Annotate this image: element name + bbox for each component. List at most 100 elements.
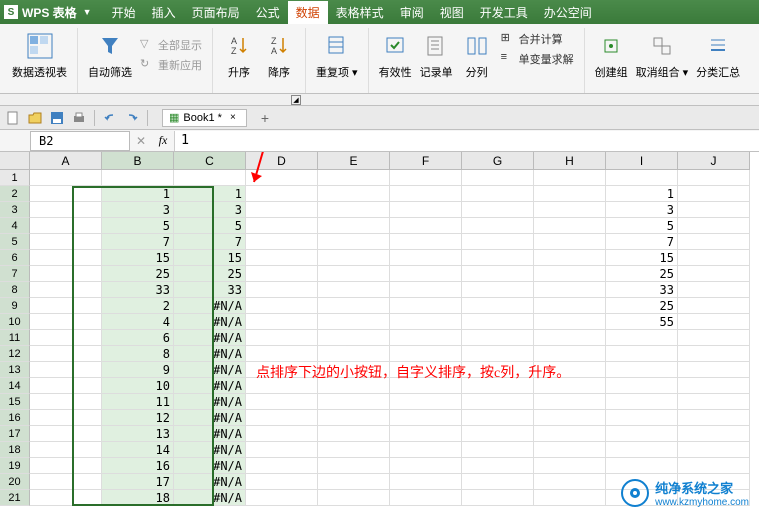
cell[interactable]: #N/A bbox=[174, 314, 246, 330]
cell[interactable] bbox=[606, 346, 678, 362]
cell[interactable] bbox=[462, 186, 534, 202]
cell[interactable]: 2 bbox=[102, 298, 174, 314]
cell[interactable]: #N/A bbox=[174, 426, 246, 442]
cell[interactable] bbox=[534, 458, 606, 474]
row-header[interactable]: 3 bbox=[0, 202, 30, 218]
cell[interactable] bbox=[30, 170, 102, 186]
cell[interactable] bbox=[678, 314, 750, 330]
cell[interactable] bbox=[30, 330, 102, 346]
open-icon[interactable] bbox=[26, 109, 44, 127]
cell[interactable] bbox=[678, 266, 750, 282]
cell[interactable] bbox=[246, 202, 318, 218]
close-tab-icon[interactable]: × bbox=[226, 111, 240, 125]
cell[interactable] bbox=[534, 202, 606, 218]
row-header[interactable]: 12 bbox=[0, 346, 30, 362]
cell[interactable]: 7 bbox=[606, 234, 678, 250]
undo-icon[interactable] bbox=[101, 109, 119, 127]
cell[interactable] bbox=[390, 394, 462, 410]
cell[interactable]: 11 bbox=[102, 394, 174, 410]
cell[interactable] bbox=[30, 362, 102, 378]
cell[interactable] bbox=[462, 282, 534, 298]
cell[interactable] bbox=[318, 474, 390, 490]
cell[interactable] bbox=[246, 394, 318, 410]
cell[interactable] bbox=[390, 282, 462, 298]
cell[interactable]: 7 bbox=[174, 234, 246, 250]
cell[interactable] bbox=[678, 410, 750, 426]
cell[interactable]: 3 bbox=[102, 202, 174, 218]
cell[interactable] bbox=[102, 170, 174, 186]
cell[interactable] bbox=[462, 410, 534, 426]
cell[interactable] bbox=[606, 410, 678, 426]
cell[interactable] bbox=[30, 282, 102, 298]
row-header[interactable]: 9 bbox=[0, 298, 30, 314]
redo-icon[interactable] bbox=[123, 109, 141, 127]
cell[interactable] bbox=[534, 218, 606, 234]
cell[interactable] bbox=[606, 394, 678, 410]
cell[interactable]: 1 bbox=[102, 186, 174, 202]
cell[interactable] bbox=[462, 394, 534, 410]
cell[interactable] bbox=[246, 170, 318, 186]
validation-button[interactable]: 有效性 bbox=[375, 28, 416, 82]
cell[interactable] bbox=[606, 426, 678, 442]
cell[interactable] bbox=[246, 474, 318, 490]
new-icon[interactable] bbox=[4, 109, 22, 127]
cell[interactable] bbox=[678, 426, 750, 442]
cell[interactable] bbox=[318, 442, 390, 458]
cell[interactable] bbox=[30, 426, 102, 442]
cell[interactable] bbox=[246, 298, 318, 314]
cell[interactable] bbox=[318, 458, 390, 474]
cell[interactable] bbox=[318, 218, 390, 234]
cell[interactable]: 5 bbox=[102, 218, 174, 234]
cell[interactable]: 15 bbox=[174, 250, 246, 266]
cell[interactable]: 12 bbox=[102, 410, 174, 426]
cell[interactable] bbox=[606, 362, 678, 378]
cell[interactable] bbox=[30, 266, 102, 282]
spreadsheet-grid[interactable]: ABCDEFGHIJ 12345678910111213141516171819… bbox=[0, 152, 759, 516]
row-header[interactable]: 2 bbox=[0, 186, 30, 202]
col-header-G[interactable]: G bbox=[462, 152, 534, 170]
save-icon[interactable] bbox=[48, 109, 66, 127]
sort-asc-button[interactable]: AZ 升序 bbox=[219, 28, 259, 82]
form-button[interactable]: 记录单 bbox=[416, 28, 457, 82]
row-header[interactable]: 7 bbox=[0, 266, 30, 282]
cell[interactable] bbox=[318, 394, 390, 410]
row-header[interactable]: 18 bbox=[0, 442, 30, 458]
cell[interactable] bbox=[318, 330, 390, 346]
cell[interactable] bbox=[462, 170, 534, 186]
cell[interactable]: 10 bbox=[102, 378, 174, 394]
cell[interactable] bbox=[30, 298, 102, 314]
col-header-D[interactable]: D bbox=[246, 152, 318, 170]
document-tab[interactable]: ▦ Book1 * × bbox=[162, 109, 247, 127]
cell[interactable]: #N/A bbox=[174, 458, 246, 474]
cell[interactable] bbox=[390, 458, 462, 474]
col-header-B[interactable]: B bbox=[102, 152, 174, 170]
cell[interactable] bbox=[390, 250, 462, 266]
cell[interactable] bbox=[678, 250, 750, 266]
col-header-J[interactable]: J bbox=[678, 152, 750, 170]
cell[interactable]: 3 bbox=[174, 202, 246, 218]
cell[interactable] bbox=[534, 298, 606, 314]
cell[interactable] bbox=[462, 298, 534, 314]
sort-desc-button[interactable]: ZA 降序 bbox=[259, 28, 299, 82]
tab-dev[interactable]: 开发工具 bbox=[472, 1, 536, 24]
cell[interactable] bbox=[318, 314, 390, 330]
cell[interactable] bbox=[534, 474, 606, 490]
cell[interactable] bbox=[534, 426, 606, 442]
cell[interactable] bbox=[462, 266, 534, 282]
cell[interactable] bbox=[174, 170, 246, 186]
cell[interactable] bbox=[534, 490, 606, 506]
cell[interactable] bbox=[678, 458, 750, 474]
cell[interactable] bbox=[678, 170, 750, 186]
cell[interactable] bbox=[534, 410, 606, 426]
cell[interactable]: #N/A bbox=[174, 490, 246, 506]
cell[interactable]: 15 bbox=[606, 250, 678, 266]
cancel-formula-icon[interactable]: ✕ bbox=[132, 132, 150, 150]
cell[interactable] bbox=[390, 186, 462, 202]
cell[interactable] bbox=[30, 250, 102, 266]
col-header-I[interactable]: I bbox=[606, 152, 678, 170]
cell[interactable] bbox=[678, 346, 750, 362]
cell[interactable]: 8 bbox=[102, 346, 174, 362]
cell[interactable] bbox=[462, 202, 534, 218]
cell[interactable]: 7 bbox=[102, 234, 174, 250]
cell[interactable] bbox=[30, 410, 102, 426]
